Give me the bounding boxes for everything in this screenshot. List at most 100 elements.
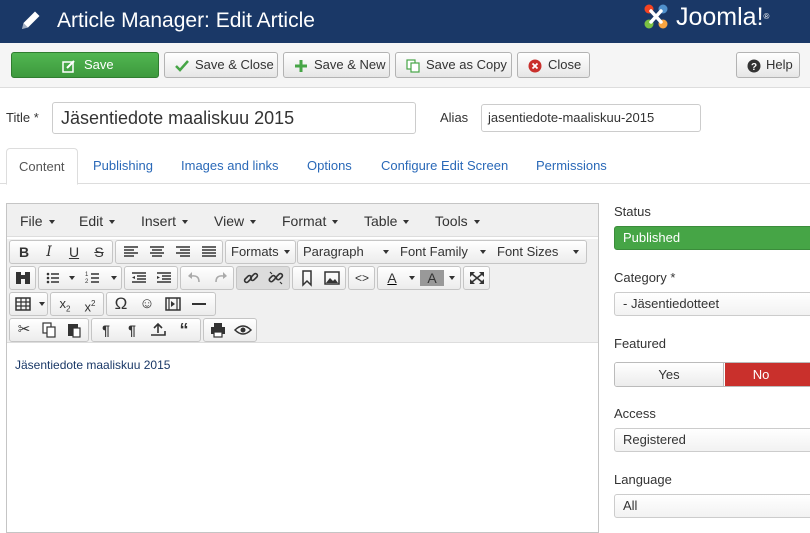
menu-file[interactable]: File <box>20 204 55 238</box>
table-icon[interactable] <box>11 293 35 315</box>
paragraph-ltr-icon[interactable]: ¶ <box>94 319 118 341</box>
help-button[interactable]: ? Help <box>736 52 800 78</box>
text-color-dropdown[interactable] <box>404 267 418 289</box>
align-left-icon[interactable] <box>119 241 143 263</box>
tab-options[interactable]: Options <box>295 148 364 185</box>
paste-icon[interactable] <box>62 319 86 341</box>
status-select[interactable]: Published <box>614 226 810 250</box>
table-dropdown[interactable] <box>34 293 48 315</box>
svg-text:?: ? <box>751 62 757 73</box>
preview-icon[interactable] <box>231 319 255 341</box>
special-character-icon[interactable]: Ω <box>109 293 133 315</box>
joomla-logo-text: Joomla!® <box>676 3 770 31</box>
font-sizes-select[interactable]: Font Sizes <box>493 241 585 263</box>
bullet-list-dropdown[interactable] <box>65 267 77 289</box>
text-color-icon[interactable]: A <box>380 267 404 289</box>
align-center-icon[interactable] <box>145 241 169 263</box>
copy-icon <box>406 59 420 73</box>
numbered-list-dropdown[interactable] <box>105 267 119 289</box>
image-icon[interactable] <box>320 267 344 289</box>
plus-icon <box>295 60 307 72</box>
superscript-icon[interactable]: x2 <box>78 293 102 315</box>
copy-icon[interactable] <box>37 319 61 341</box>
category-label: Category * <box>614 270 676 285</box>
formats-select[interactable]: Formats <box>227 241 296 263</box>
color-group: A A <box>377 266 461 290</box>
undo-icon[interactable] <box>183 267 207 289</box>
menu-view[interactable]: View <box>214 204 257 238</box>
fullscreen-group <box>463 266 490 290</box>
app-header: Article Manager: Edit Article Joomla!® <box>0 0 810 43</box>
paragraph-rtl-icon[interactable]: ¶ <box>120 319 144 341</box>
save-close-button[interactable]: Save & Close <box>164 52 278 78</box>
link-icon[interactable] <box>239 267 263 289</box>
toolbar-row-3: x2 x2 Ω ☺ <box>7 291 598 317</box>
formats-group: Formats <box>225 240 296 264</box>
numbered-list-icon[interactable]: 12 <box>81 267 105 289</box>
alias-input[interactable]: jasentiedote-maaliskuu-2015 <box>481 104 701 132</box>
align-justify-icon[interactable] <box>197 241 221 263</box>
save-button[interactable]: Save <box>11 52 159 78</box>
toolbar-row-4: ✂ ¶ ¶ “ <box>7 317 598 343</box>
special-group: Ω ☺ <box>106 292 216 316</box>
align-right-icon[interactable] <box>171 241 195 263</box>
tab-content[interactable]: Content <box>6 148 78 185</box>
background-color-dropdown[interactable] <box>444 267 458 289</box>
save-copy-button[interactable]: Save as Copy <box>395 52 512 78</box>
horizontal-rule-icon[interactable] <box>187 293 211 315</box>
bullet-list-icon[interactable] <box>41 267 65 289</box>
insert-icon[interactable] <box>146 319 170 341</box>
redo-icon[interactable] <box>208 267 232 289</box>
tab-images-links[interactable]: Images and links <box>169 148 291 185</box>
tab-permissions[interactable]: Permissions <box>524 148 619 185</box>
format-group: B I U S <box>9 240 113 264</box>
tab-publishing[interactable]: Publishing <box>81 148 165 185</box>
code-group: <> <box>348 266 375 290</box>
menu-table[interactable]: Table <box>364 204 410 238</box>
category-select[interactable]: - Jäsentiedotteet <box>614 292 810 316</box>
editor-content-area[interactable]: Jäsentiedote maaliskuu 2015 <box>7 342 598 532</box>
indent-icon[interactable] <box>152 267 176 289</box>
outdent-icon[interactable] <box>127 267 151 289</box>
bold-icon[interactable]: B <box>12 241 36 263</box>
fullscreen-icon[interactable] <box>465 267 489 289</box>
toolbar-row-1: B I U S Formats Paragraph Font Family Fo… <box>7 239 598 265</box>
print-icon[interactable] <box>206 319 230 341</box>
menu-insert[interactable]: Insert <box>141 204 189 238</box>
featured-no-button[interactable]: No <box>725 363 810 386</box>
bookmark-icon[interactable] <box>295 267 319 289</box>
subscript-icon[interactable]: x2 <box>53 293 77 315</box>
joomla-logo-icon <box>644 4 668 29</box>
close-button[interactable]: Close <box>517 52 590 78</box>
featured-yes-button[interactable]: Yes <box>615 363 724 386</box>
unlink-icon[interactable] <box>264 267 288 289</box>
find-replace-icon[interactable] <box>11 267 35 289</box>
emoticons-icon[interactable]: ☺ <box>135 293 159 315</box>
menu-format[interactable]: Format <box>282 204 339 238</box>
menu-edit[interactable]: Edit <box>79 204 116 238</box>
clipboard-group: ✂ <box>9 318 89 342</box>
background-color-icon[interactable]: A <box>420 270 444 286</box>
language-select[interactable]: All <box>614 494 810 518</box>
title-input[interactable]: Jäsentiedote maaliskuu 2015 <box>52 102 416 134</box>
close-circle-icon <box>528 59 542 73</box>
tab-configure-edit-screen[interactable]: Configure Edit Screen <box>369 148 520 185</box>
editor-menubar: File Edit Insert View Format Table Tools <box>7 204 598 237</box>
access-select[interactable]: Registered <box>614 428 810 452</box>
toolbar-row-2: 12 <> A A <box>7 265 598 291</box>
alias-label: Alias <box>440 110 469 125</box>
check-icon <box>175 60 189 72</box>
svg-text:2: 2 <box>85 279 89 285</box>
font-family-select[interactable]: Font Family <box>396 241 492 263</box>
blockquote-icon[interactable]: “ <box>172 319 196 341</box>
source-code-icon[interactable]: <> <box>350 267 374 289</box>
media-icon[interactable] <box>161 293 185 315</box>
paragraph-select[interactable]: Paragraph <box>299 241 395 263</box>
save-new-button[interactable]: Save & New <box>283 52 390 78</box>
underline-icon[interactable]: U <box>62 241 86 263</box>
svg-text:1: 1 <box>85 272 89 278</box>
cut-icon[interactable]: ✂ <box>12 319 36 341</box>
strikethrough-icon[interactable]: S <box>87 241 111 263</box>
menu-tools[interactable]: Tools <box>435 204 480 238</box>
italic-icon[interactable]: I <box>37 241 61 263</box>
